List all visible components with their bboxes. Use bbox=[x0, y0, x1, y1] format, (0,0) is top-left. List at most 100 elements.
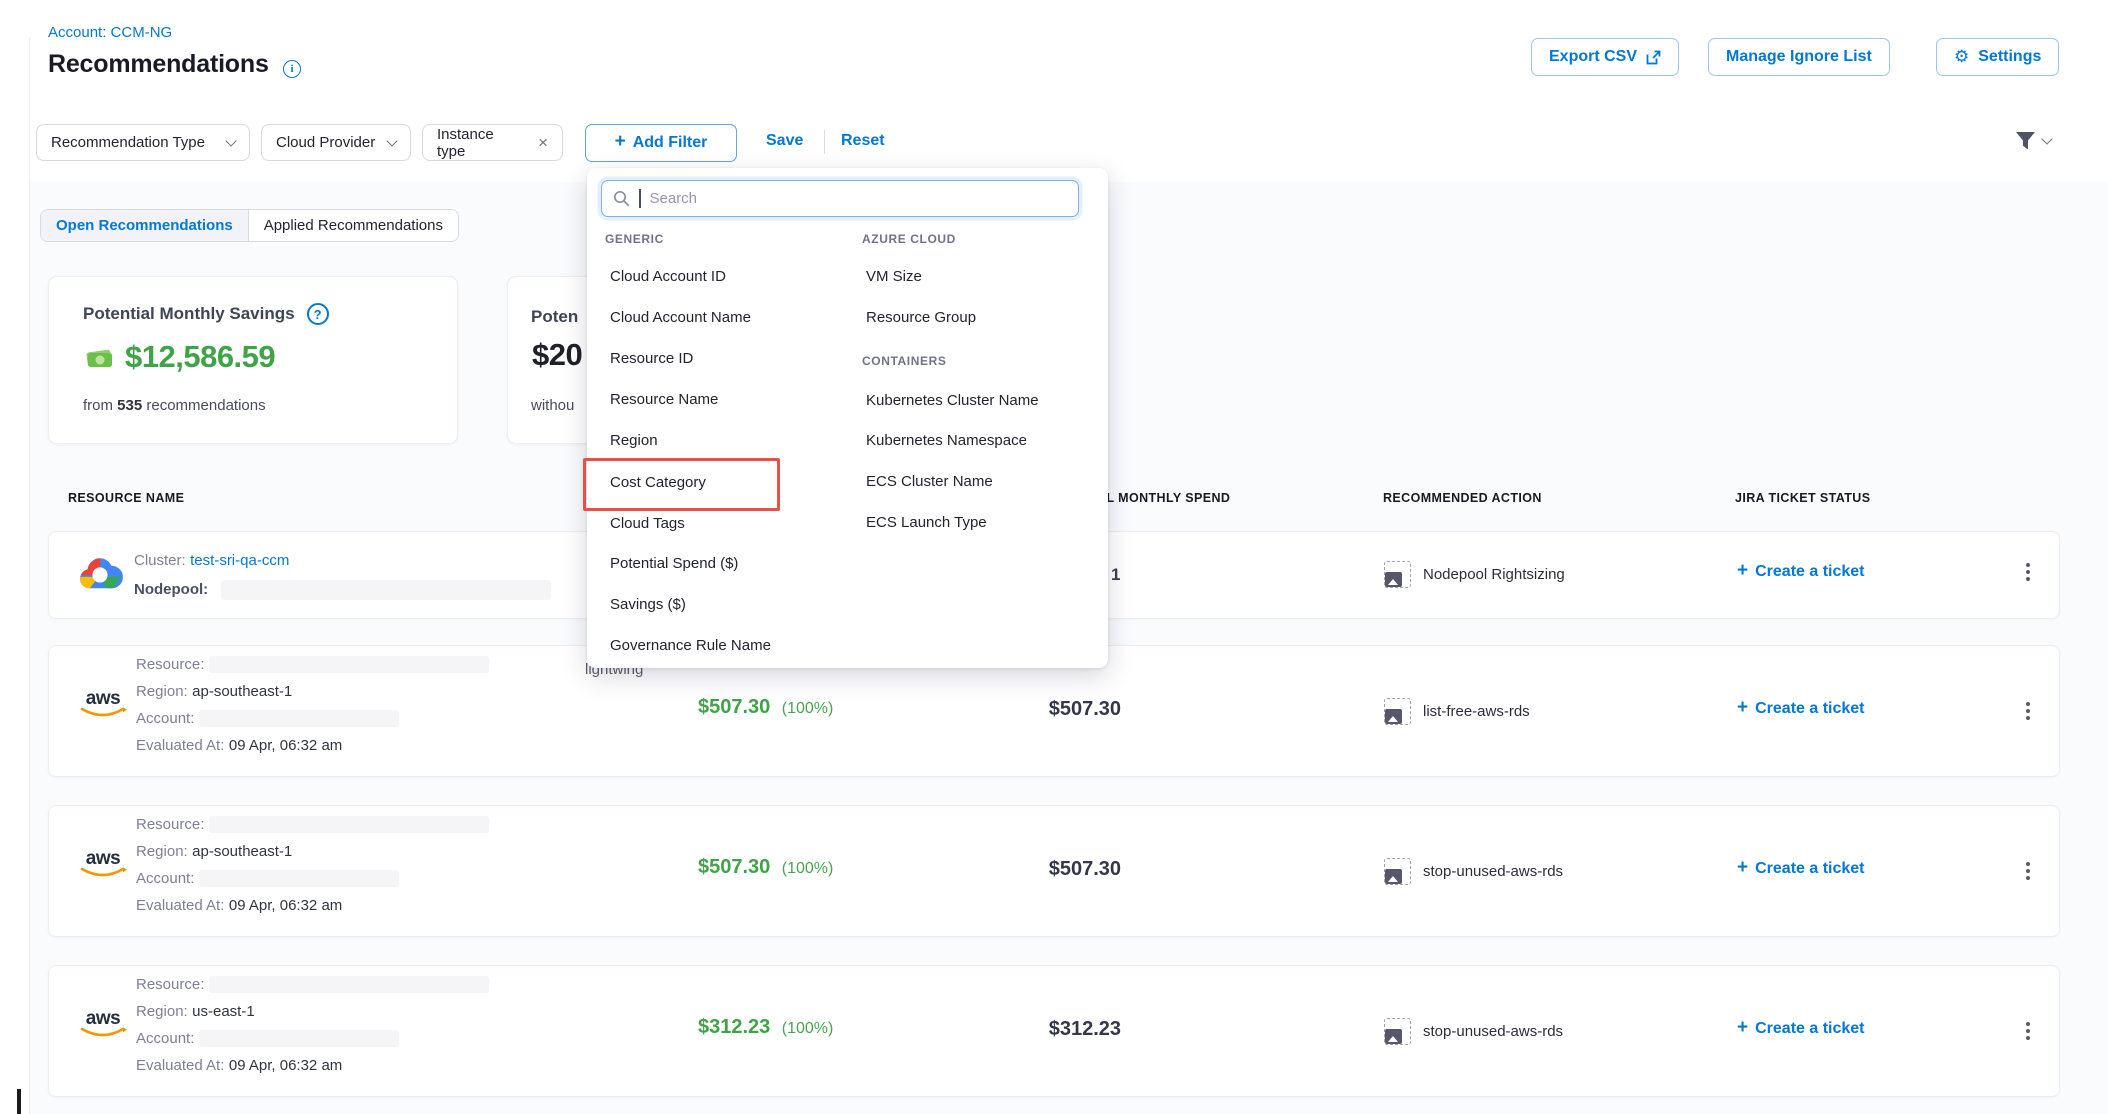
filter-search-input[interactable]: Search bbox=[601, 180, 1079, 217]
recommended-action: stop-unused-aws-rds bbox=[1423, 1023, 1563, 1040]
plus-icon: + bbox=[1737, 1017, 1748, 1039]
filter-chip-label: Instance type bbox=[437, 126, 526, 160]
redacted-value bbox=[209, 976, 489, 993]
region-value: us-east-1 bbox=[192, 1003, 255, 1020]
recommendations-count: 535 bbox=[117, 397, 142, 414]
savings-card-title: Potential Monthly Savings bbox=[83, 304, 295, 324]
add-filter-label: Add Filter bbox=[633, 134, 708, 152]
total-monthly-spend-value: $312.23 bbox=[949, 1018, 1121, 1041]
dropdown-item-resource-id[interactable]: Resource ID bbox=[610, 350, 693, 367]
chevron-down-icon bbox=[225, 135, 236, 146]
help-icon[interactable]: ? bbox=[307, 303, 329, 325]
create-ticket-link[interactable]: + Create a ticket bbox=[1737, 562, 1865, 582]
dropdown-item-resource-group[interactable]: Resource Group bbox=[866, 309, 976, 326]
action-image-icon bbox=[1384, 858, 1411, 885]
evaluated-at-value: 09 Apr, 06:32 am bbox=[229, 897, 342, 914]
filter-links-divider bbox=[824, 130, 825, 154]
redacted-value bbox=[199, 870, 399, 887]
dropdown-item-potential-spend[interactable]: Potential Spend ($) bbox=[610, 555, 738, 572]
info-icon[interactable]: i bbox=[283, 60, 301, 78]
cluster-link[interactable]: test-sri-qa-ccm bbox=[190, 552, 289, 569]
create-ticket-link[interactable]: + Create a ticket bbox=[1737, 1019, 1865, 1039]
redacted-value bbox=[209, 656, 489, 673]
filter-chip-recommendation-type[interactable]: Recommendation Type bbox=[36, 124, 250, 161]
aws-icon: aws bbox=[77, 1010, 129, 1039]
tab-open-recommendations[interactable]: Open Recommendations bbox=[41, 210, 249, 241]
spend-card-title-fragment: Poten bbox=[531, 307, 578, 327]
kebab-menu-icon[interactable] bbox=[2019, 1018, 2037, 1044]
column-header-jira-ticket-status: JIRA TICKET STATUS bbox=[1735, 491, 1870, 505]
monthly-savings-value: $507.30 bbox=[698, 696, 770, 718]
potential-monthly-savings-card: Potential Monthly Savings ? $12,586.59 f… bbox=[48, 276, 458, 444]
account-label: Account: bbox=[136, 710, 194, 727]
dropdown-item-vm-size[interactable]: VM Size bbox=[866, 268, 922, 285]
scrollbar-fragment[interactable] bbox=[17, 1089, 21, 1114]
dropdown-item-ecs-launch-type[interactable]: ECS Launch Type bbox=[866, 514, 987, 531]
dropdown-item-governance-rule-name[interactable]: Governance Rule Name bbox=[610, 637, 771, 654]
export-csv-button[interactable]: Export CSV bbox=[1531, 38, 1679, 76]
create-ticket-label: Create a ticket bbox=[1755, 860, 1864, 878]
plus-icon: + bbox=[1737, 697, 1748, 719]
create-ticket-link[interactable]: + Create a ticket bbox=[1737, 699, 1865, 719]
redacted-value bbox=[209, 816, 489, 833]
page-title: Recommendations bbox=[48, 50, 269, 79]
create-ticket-link[interactable]: + Create a ticket bbox=[1737, 859, 1865, 879]
savings-amount: $12,586.59 bbox=[125, 339, 275, 375]
plus-icon: + bbox=[1737, 560, 1748, 582]
add-filter-button[interactable]: + Add Filter bbox=[585, 124, 737, 162]
region-value: ap-southeast-1 bbox=[192, 683, 292, 700]
dropdown-item-savings[interactable]: Savings ($) bbox=[610, 596, 686, 613]
search-placeholder: Search bbox=[650, 190, 698, 207]
settings-button[interactable]: ⚙ Settings bbox=[1936, 38, 2059, 76]
tab-applied-recommendations[interactable]: Applied Recommendations bbox=[249, 210, 458, 241]
aws-icon: aws bbox=[77, 850, 129, 879]
dropdown-item-kubernetes-namespace[interactable]: Kubernetes Namespace bbox=[866, 432, 1027, 449]
kebab-menu-icon[interactable] bbox=[2019, 858, 2037, 884]
evaluated-at-label: Evaluated At: bbox=[136, 1057, 224, 1074]
redacted-value bbox=[199, 710, 399, 727]
funnel-icon bbox=[2014, 130, 2037, 152]
monthly-savings-value: $507.30 bbox=[698, 856, 770, 878]
plus-icon: + bbox=[1737, 857, 1748, 879]
search-icon bbox=[613, 190, 630, 207]
total-monthly-spend-value: $507.30 bbox=[949, 858, 1121, 881]
plus-icon: + bbox=[615, 131, 626, 153]
section-header-containers: CONTAINERS bbox=[862, 354, 946, 368]
dropdown-item-resource-name[interactable]: Resource Name bbox=[610, 391, 718, 408]
dropdown-item-region[interactable]: Region bbox=[610, 432, 658, 449]
create-ticket-label: Create a ticket bbox=[1755, 563, 1864, 581]
chevron-down-icon bbox=[2041, 133, 2052, 144]
dropdown-item-cloud-account-id[interactable]: Cloud Account ID bbox=[610, 268, 726, 285]
account-label: Account: bbox=[136, 870, 194, 887]
manage-ignore-list-button[interactable]: Manage Ignore List bbox=[1708, 38, 1890, 76]
chevron-down-icon bbox=[386, 135, 397, 146]
filter-chip-label: Recommendation Type bbox=[51, 134, 205, 151]
table-row[interactable]: aws Resource: Region: ap-southeast-1 Acc… bbox=[48, 805, 2060, 937]
evaluated-at-label: Evaluated At: bbox=[136, 737, 224, 754]
savings-sub-prefix: from bbox=[83, 397, 113, 414]
resource-label: Resource: bbox=[136, 656, 204, 673]
cluster-label: Cluster: bbox=[134, 552, 186, 569]
filter-chip-instance-type[interactable]: Instance type × bbox=[422, 124, 563, 161]
recommendations-page: Account: CCM-NG Recommendations i Export… bbox=[0, 0, 2108, 1114]
column-header-recommended-action: RECOMMENDED ACTION bbox=[1383, 491, 1542, 505]
evaluated-at-value: 09 Apr, 06:32 am bbox=[229, 737, 342, 754]
filter-chip-cloud-provider[interactable]: Cloud Provider bbox=[261, 124, 411, 161]
savings-percent: (100%) bbox=[782, 700, 834, 717]
close-icon[interactable]: × bbox=[538, 134, 548, 151]
kebab-menu-icon[interactable] bbox=[2019, 559, 2037, 585]
filter-panel-toggle[interactable] bbox=[2014, 130, 2051, 152]
reset-filter-link[interactable]: Reset bbox=[841, 132, 885, 150]
breadcrumb-account-link[interactable]: Account: CCM-NG bbox=[48, 24, 172, 41]
dropdown-item-ecs-cluster-name[interactable]: ECS Cluster Name bbox=[866, 473, 993, 490]
kebab-menu-icon[interactable] bbox=[2019, 698, 2037, 724]
dropdown-item-cloud-account-name[interactable]: Cloud Account Name bbox=[610, 309, 751, 326]
savings-sub-suffix: recommendations bbox=[146, 397, 265, 414]
dropdown-item-cloud-tags[interactable]: Cloud Tags bbox=[610, 515, 685, 532]
total-monthly-spend-value: $507.30 bbox=[949, 698, 1121, 721]
dropdown-item-kubernetes-cluster-name[interactable]: Kubernetes Cluster Name bbox=[866, 392, 1039, 409]
spend-card-amount-fragment: $20 bbox=[532, 337, 582, 373]
nodepool-label: Nodepool: bbox=[134, 581, 208, 598]
save-filter-link[interactable]: Save bbox=[766, 132, 803, 150]
table-row[interactable]: aws Resource: Region: us-east-1 Account:… bbox=[48, 965, 2060, 1097]
